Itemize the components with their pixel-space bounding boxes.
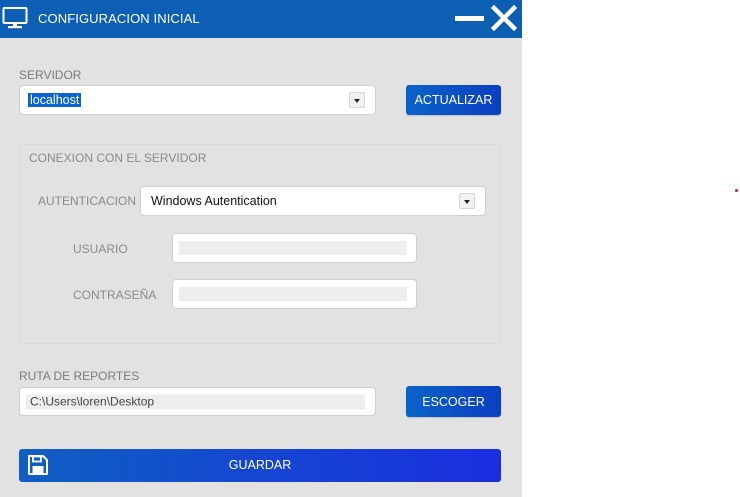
connection-group-title: CONEXION CON EL SERVIDOR [29, 151, 207, 165]
save-label: GUARDAR [228, 458, 292, 472]
password-input[interactable] [179, 287, 407, 301]
auth-label: AUTENTICACION [38, 194, 137, 208]
password-field[interactable] [172, 279, 417, 309]
user-label: USUARIO [73, 242, 128, 256]
user-field[interactable] [172, 233, 417, 263]
refresh-button[interactable]: ACTUALIZAR [406, 85, 501, 115]
server-label: SERVIDOR [19, 68, 82, 82]
server-value: localhost [28, 93, 82, 107]
reports-path-input[interactable] [26, 394, 365, 409]
auth-value: Windows Autentication [151, 194, 277, 208]
config-window: CONFIGURACION INICIAL SERVIDOR localhost… [0, 0, 522, 497]
close-icon[interactable] [491, 5, 517, 31]
reports-path-field[interactable] [19, 387, 376, 416]
title-bar: CONFIGURACION INICIAL [0, 0, 522, 38]
password-label: CONTRASEÑA [73, 288, 157, 302]
chevron-down-icon[interactable] [459, 193, 475, 209]
auth-select[interactable]: Windows Autentication [140, 186, 486, 216]
minimize-button[interactable] [455, 6, 485, 32]
monitor-icon [2, 7, 28, 29]
choose-button[interactable]: ESCOGER [406, 386, 501, 417]
save-button[interactable]: GUARDAR [19, 449, 501, 482]
window-title: CONFIGURACION INICIAL [38, 11, 200, 26]
chevron-down-icon[interactable] [349, 92, 365, 108]
stray-dot [735, 189, 738, 192]
reports-label: RUTA DE REPORTES [19, 369, 140, 383]
server-select[interactable]: localhost [19, 85, 376, 115]
user-input[interactable] [179, 241, 407, 255]
